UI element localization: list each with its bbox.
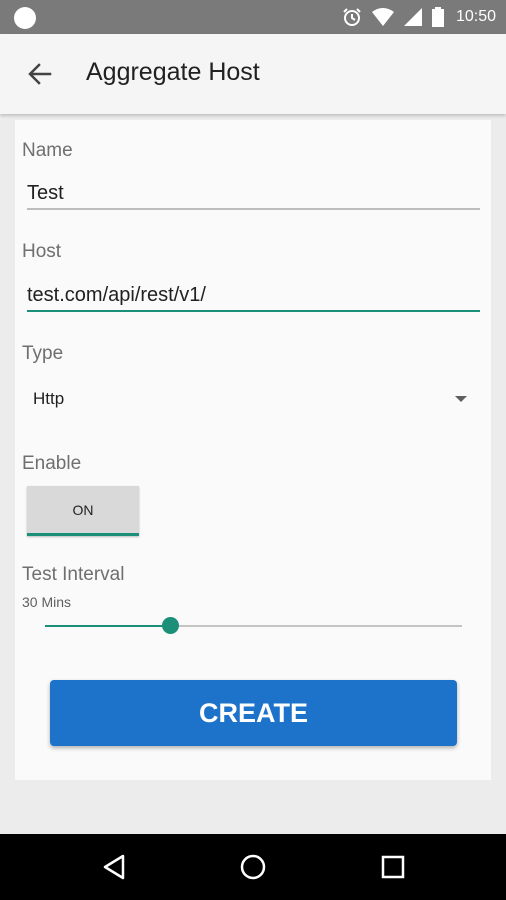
back-button[interactable] [22,56,58,92]
type-label: Type [22,343,64,364]
enable-label: Enable [22,453,82,474]
name-underline [27,208,480,210]
test-interval-slider[interactable] [45,616,462,636]
nav-recents-icon [381,855,405,879]
host-label: Host [22,241,62,262]
status-bar: 10:50 [0,0,506,34]
slider-thumb[interactable] [162,617,180,634]
host-field[interactable] [27,277,479,313]
create-button[interactable]: CREATE [50,680,457,746]
host-underline [27,310,480,312]
nav-home-icon [240,854,266,880]
name-label: Name [22,140,73,161]
app-bar: Aggregate Host [0,34,506,114]
status-icons: 10:50 [342,0,496,34]
slider-fill [45,625,171,627]
signal-icon [403,8,422,26]
navigation-bar [0,834,506,900]
nav-home-button[interactable] [238,852,268,882]
enable-toggle[interactable]: ON [27,486,139,536]
nav-back-icon [103,854,125,880]
nav-recents-button[interactable] [378,852,408,882]
test-interval-value: 30 Mins [22,594,72,610]
host-form: Name Host Type Http Enable ON Test Inter… [15,120,491,780]
toggle-state-text: ON [72,502,94,518]
alarm-icon [343,8,361,26]
type-select[interactable]: Http [27,382,467,416]
battery-icon [431,7,444,27]
notification-dot-icon [14,7,36,29]
page-title: Aggregate Host [86,58,260,86]
test-interval-label: Test Interval [22,564,125,585]
wifi-icon [371,8,394,26]
nav-back-button[interactable] [99,852,129,882]
type-selected-value: Http [33,389,65,408]
name-field[interactable] [27,175,479,211]
status-time: 10:50 [455,8,496,25]
toggle-indicator [27,533,139,536]
arrow-back-icon [28,63,52,85]
dropdown-arrow-icon [455,396,467,402]
